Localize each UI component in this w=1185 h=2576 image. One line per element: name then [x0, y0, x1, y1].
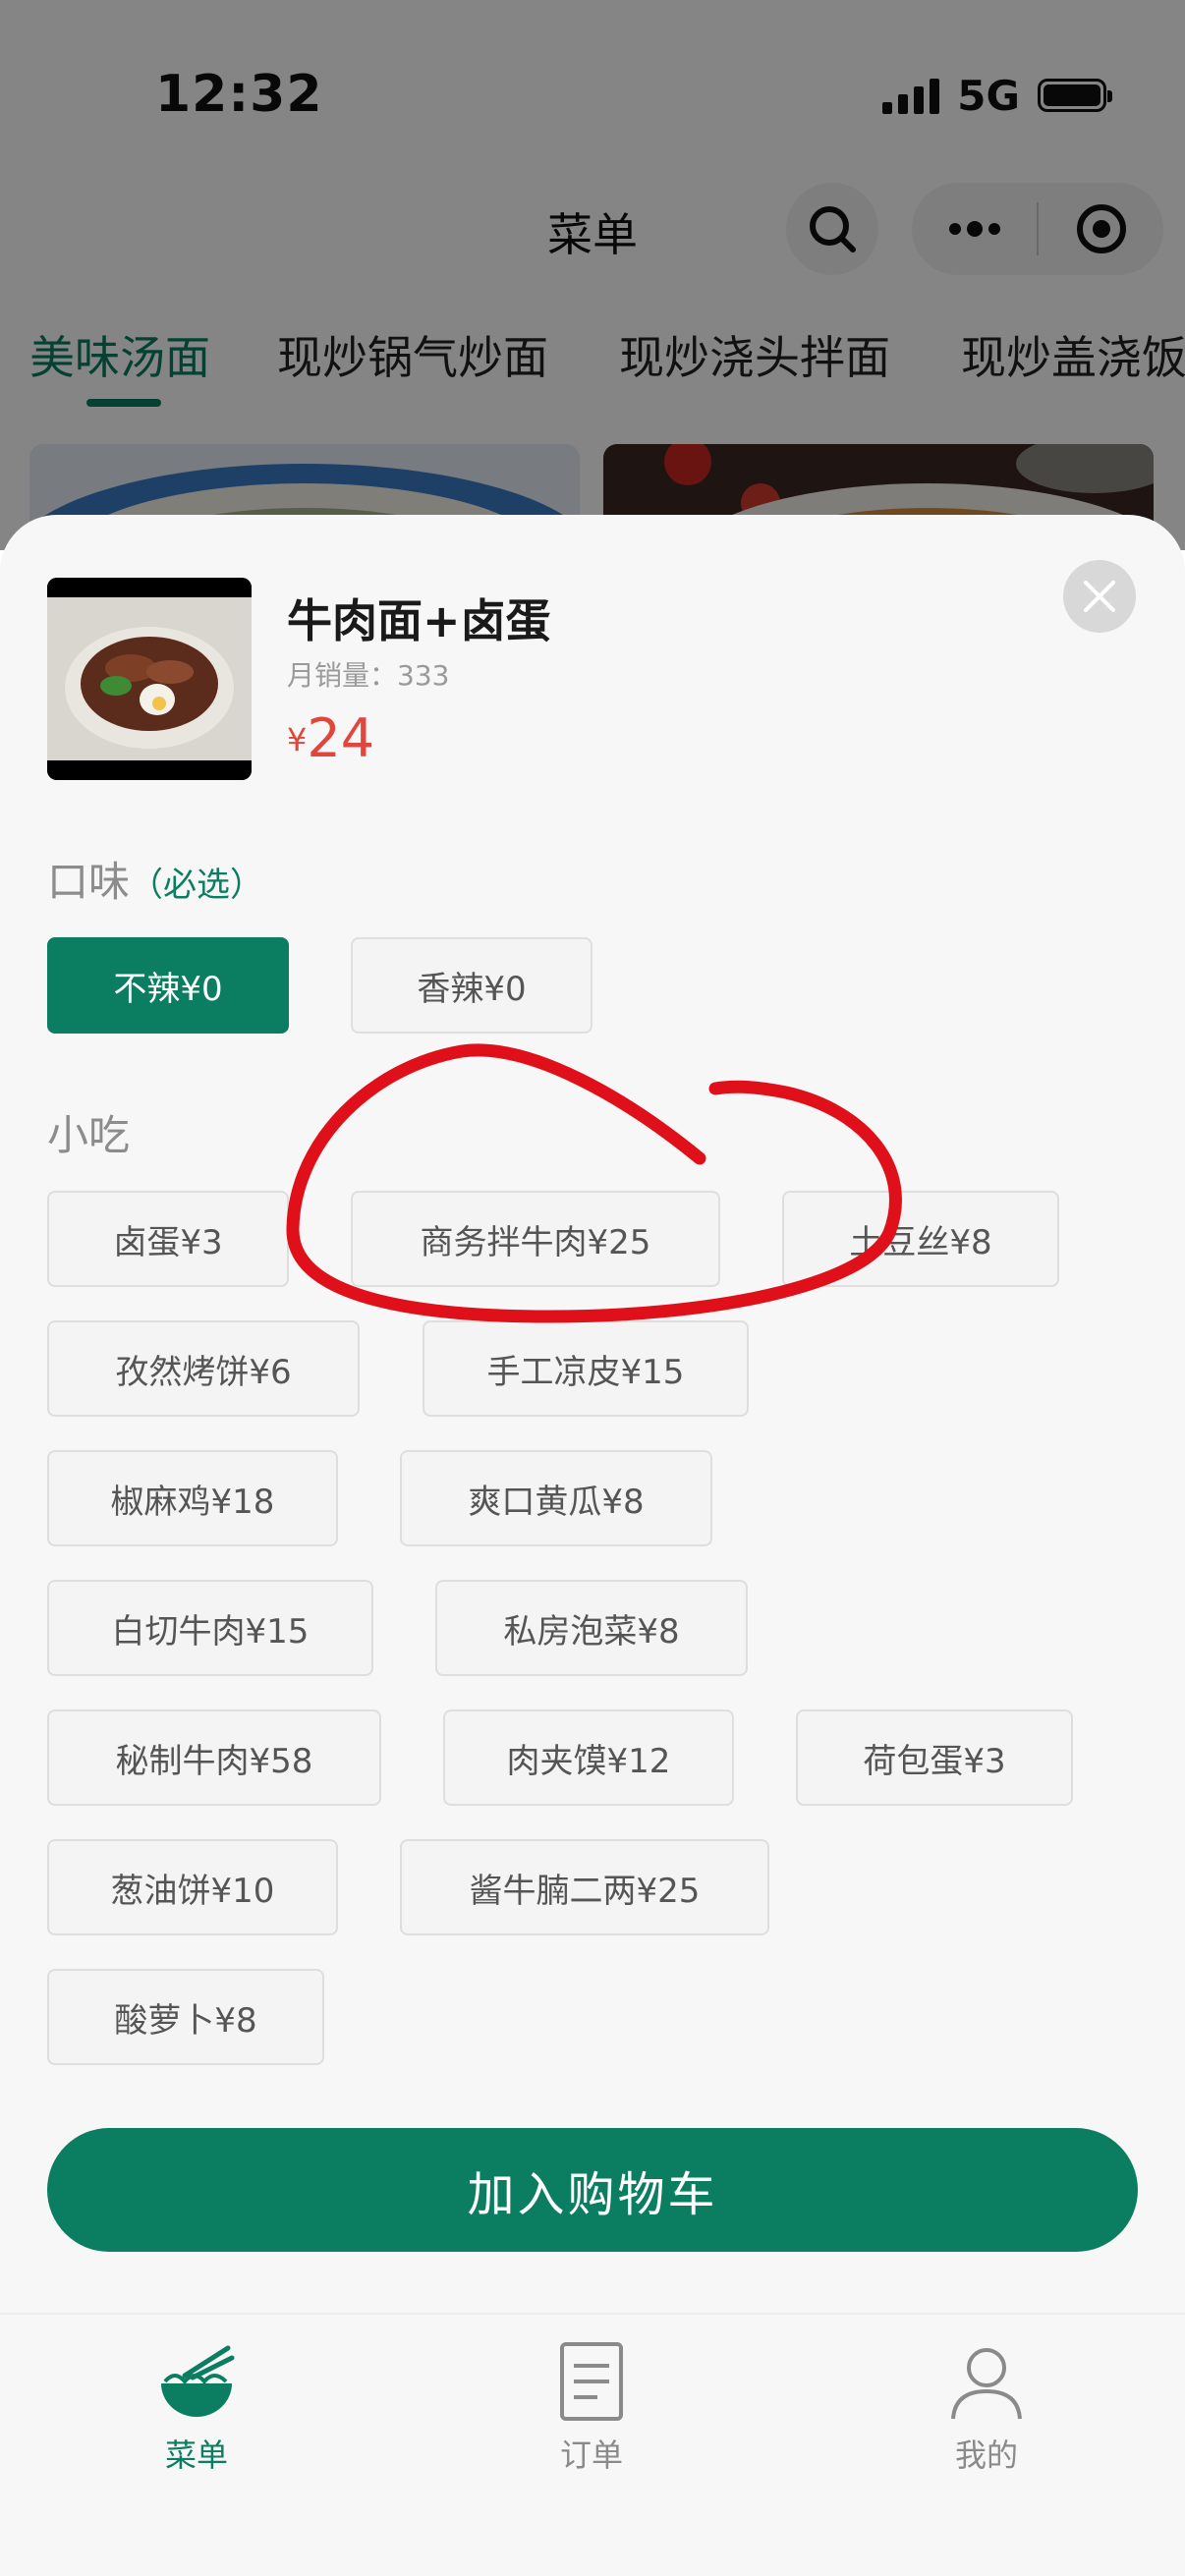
- required-tag: （必选）: [130, 866, 264, 905]
- snack-option[interactable]: 卤蛋¥3: [47, 1191, 289, 1287]
- background-page: 12:32 5G 菜单 美味汤面 现炒锅气炒面 现炒浇头拌面 现炒盖浇饭: [0, 0, 1185, 562]
- tab-profile-label: 我的: [954, 2436, 1018, 2474]
- modal-overlay[interactable]: [0, 0, 1185, 550]
- snack-option[interactable]: 商务拌牛肉¥25: [351, 1191, 720, 1287]
- snack-option[interactable]: 孜然烤饼¥6: [47, 1320, 360, 1417]
- close-sheet-button[interactable]: [1063, 560, 1136, 633]
- tab-menu-label: 菜单: [164, 2436, 228, 2474]
- tab-orders[interactable]: 订单: [493, 2340, 690, 2476]
- snack-option[interactable]: 手工凉皮¥15: [423, 1320, 749, 1417]
- noodle-bowl-icon: [161, 2345, 235, 2417]
- snack-option[interactable]: 秘制牛肉¥58: [47, 1709, 381, 1806]
- snacks-section-title: 小吃: [47, 1111, 131, 1159]
- snack-option[interactable]: 酸萝卜¥8: [47, 1969, 324, 2065]
- order-document-icon: [560, 2342, 623, 2421]
- snack-option[interactable]: 荷包蛋¥3: [796, 1709, 1073, 1806]
- profile-person-icon: [951, 2348, 1022, 2420]
- snack-option[interactable]: 椒麻鸡¥18: [47, 1450, 338, 1546]
- product-options-sheet: 牛肉面+卤蛋 月销量：333 ¥24 口味（必选） 不辣¥0 香辣¥0 小吃 卤…: [0, 515, 1185, 2313]
- flavor-option[interactable]: 不辣¥0: [47, 937, 289, 1034]
- tab-orders-label: 订单: [559, 2436, 623, 2474]
- snack-option[interactable]: 白切牛肉¥15: [47, 1580, 373, 1676]
- snack-option[interactable]: 肉夹馍¥12: [443, 1709, 734, 1806]
- close-icon: [1084, 581, 1115, 612]
- product-price: ¥24: [287, 707, 375, 769]
- tab-menu[interactable]: 菜单: [98, 2340, 295, 2476]
- snack-option[interactable]: 爽口黄瓜¥8: [400, 1450, 712, 1546]
- flavor-section-title: 口味（必选）: [47, 858, 264, 906]
- monthly-sales: 月销量：333: [287, 659, 450, 692]
- product-thumbnail: [47, 578, 252, 780]
- snack-option[interactable]: 葱油饼¥10: [47, 1839, 338, 1935]
- snack-option[interactable]: 土豆丝¥8: [782, 1191, 1059, 1287]
- monthly-sales-value: 333: [397, 659, 450, 692]
- bottom-tab-bar: 菜单 订单 我的: [0, 2313, 1185, 2576]
- snack-option[interactable]: 酱牛腩二两¥25: [400, 1839, 769, 1935]
- add-to-cart-button[interactable]: 加入购物车: [47, 2128, 1138, 2252]
- snack-option[interactable]: 私房泡菜¥8: [435, 1580, 748, 1676]
- product-name: 牛肉面+卤蛋: [287, 594, 551, 647]
- flavor-option[interactable]: 香辣¥0: [351, 937, 592, 1034]
- tab-profile[interactable]: 我的: [888, 2340, 1085, 2476]
